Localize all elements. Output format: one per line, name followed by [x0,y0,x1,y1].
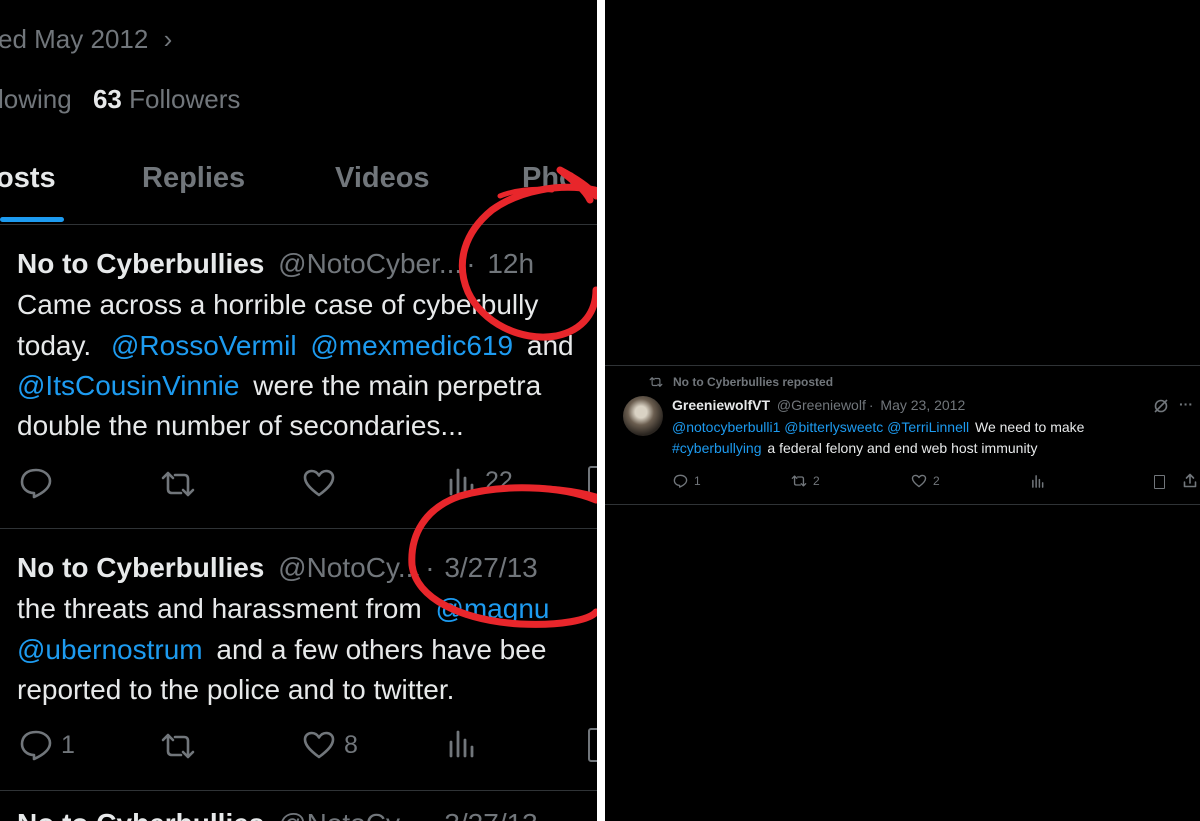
reply-button[interactable] [19,467,53,499]
tweet-timestamp[interactable]: 3/27/13 [444,808,537,821]
reply-count: 1 [694,474,701,488]
author-name[interactable]: No to Cyberbullies [17,808,264,821]
views-count: 22 [485,466,513,495]
tab-replies[interactable]: Replies [142,162,245,195]
divider [0,790,597,791]
follow-stats: lowing 63 Followers [0,84,240,115]
divider [605,365,1200,366]
tweet-timestamp[interactable]: 3/27/13 [444,552,537,583]
tweet-text-line: @ItsCousinVinnie were the main perpetra [17,370,542,401]
tweet-header[interactable]: No to Cyberbullies @NotoCyber... · 12h [17,248,534,280]
analytics-icon [449,730,474,758]
views-button[interactable] [447,728,477,758]
mention-link[interactable]: @mexmedic619 [310,330,513,361]
repost-icon [791,475,807,487]
chevron-right-icon[interactable]: › [164,24,173,54]
active-tab-indicator [0,217,64,222]
author-name[interactable]: GreeniewolfVT [672,397,770,413]
analytics-icon [449,468,474,496]
bookmark-icon[interactable] [1154,475,1165,489]
tweet-timestamp[interactable]: 12h [487,248,534,279]
like-count: 8 [344,730,358,759]
following-link[interactable]: lowing [0,84,72,114]
mention-link[interactable]: @ubernostrum [17,634,203,665]
reply-icon [673,474,688,488]
analytics-icon [1032,475,1044,488]
tweet-text-line: the threats and harassment from @magnu [17,593,550,624]
tab-posts[interactable]: osts [0,162,56,195]
author-handle[interactable]: @Greeniewolf [777,397,866,413]
mention-links[interactable]: @notocyberbulli1 @bitterlysweetc @TerriL… [672,419,969,435]
repost-icon [161,733,195,759]
bookmark-icon[interactable] [588,466,597,500]
like-count: 2 [933,474,940,488]
author-name[interactable]: No to Cyberbullies [17,248,264,279]
tweet-text-line: double the number of secondaries... [17,410,464,441]
tab-photos[interactable]: Pho [522,162,577,195]
repost-button[interactable] [160,731,196,761]
tweet-header[interactable]: No to Cyberbullies @NotoCy...· 3/27/13 [17,552,538,584]
tweet-header[interactable]: No to Cyberbullies @NotoCy...· 3/27/13 [17,808,538,821]
tab-videos[interactable]: Videos [335,162,430,195]
followers-count[interactable]: 63 [93,84,122,114]
repost-button[interactable] [160,469,196,499]
repost-icon [649,377,663,387]
tweet-text-line: reported to the police and to twitter. [17,674,455,705]
like-button[interactable]: 2 [911,474,940,488]
followers-label[interactable]: Followers [129,84,240,114]
author-handle[interactable]: @NotoCy... [278,552,421,583]
mention-link[interactable]: @magnu [435,593,549,624]
divider [0,528,597,529]
tweet-text-line: Came across a horrible case of cyberbull… [17,289,539,320]
author-name[interactable]: No to Cyberbullies [17,552,264,583]
profile-timeline-panel: ed May 2012 › lowing 63 Followers osts R… [0,0,597,821]
repost-context[interactable]: No to Cyberbullies reposted [649,375,833,389]
tweet-header[interactable]: GreeniewolfVT @Greeniewolf · May 23, 2012 [672,397,965,413]
reply-button[interactable]: 1 [673,474,701,488]
share-button[interactable] [1183,473,1197,488]
joined-date: ed May 2012 › [0,24,173,54]
author-handle[interactable]: @NotoCy... [278,808,421,821]
like-button[interactable]: 8 [302,730,358,760]
tweet-timestamp[interactable]: May 23, 2012 [880,397,965,413]
grok-icon[interactable] [1153,398,1169,419]
tweet-text-line: today. @RossoVermil @mexmedic619 and [17,330,574,361]
repost-label: No to Cyberbullies reposted [673,375,834,389]
heart-icon [911,474,927,488]
reply-count: 1 [61,730,75,759]
mention-link[interactable]: @RossoVermil [111,330,297,361]
tweet-text-line: @notocyberbulli1 @bitterlysweetc @TerriL… [672,419,1085,435]
bookmark-icon[interactable] [588,728,597,762]
divider [0,224,597,225]
like-button[interactable] [302,468,336,498]
tweet-text-line: @ubernostrum and a few others have bee [17,634,547,665]
avatar[interactable] [623,396,663,436]
heart-icon [303,731,335,759]
hashtag-link[interactable]: #cyberbullying [672,440,762,456]
author-handle[interactable]: @NotoCyber... [278,248,462,279]
reply-icon [20,468,52,499]
share-icon [1183,473,1197,488]
repost-icon [161,471,195,497]
repost-button[interactable]: 2 [791,474,820,488]
tweet-text-line: #cyberbullying a federal felony and end … [672,440,1038,456]
repost-count: 2 [813,474,820,488]
reposted-tweet-panel: No to Cyberbullies reposted GreeniewolfV… [605,0,1200,821]
more-options-icon[interactable]: ··· [1179,396,1193,412]
reply-icon [20,730,52,761]
reply-button[interactable]: 1 [19,729,75,761]
heart-icon [303,469,335,497]
divider [605,504,1200,505]
mention-link[interactable]: @ItsCousinVinnie [17,370,239,401]
views-button[interactable] [1031,474,1045,488]
views-button[interactable]: 22 [447,466,513,496]
